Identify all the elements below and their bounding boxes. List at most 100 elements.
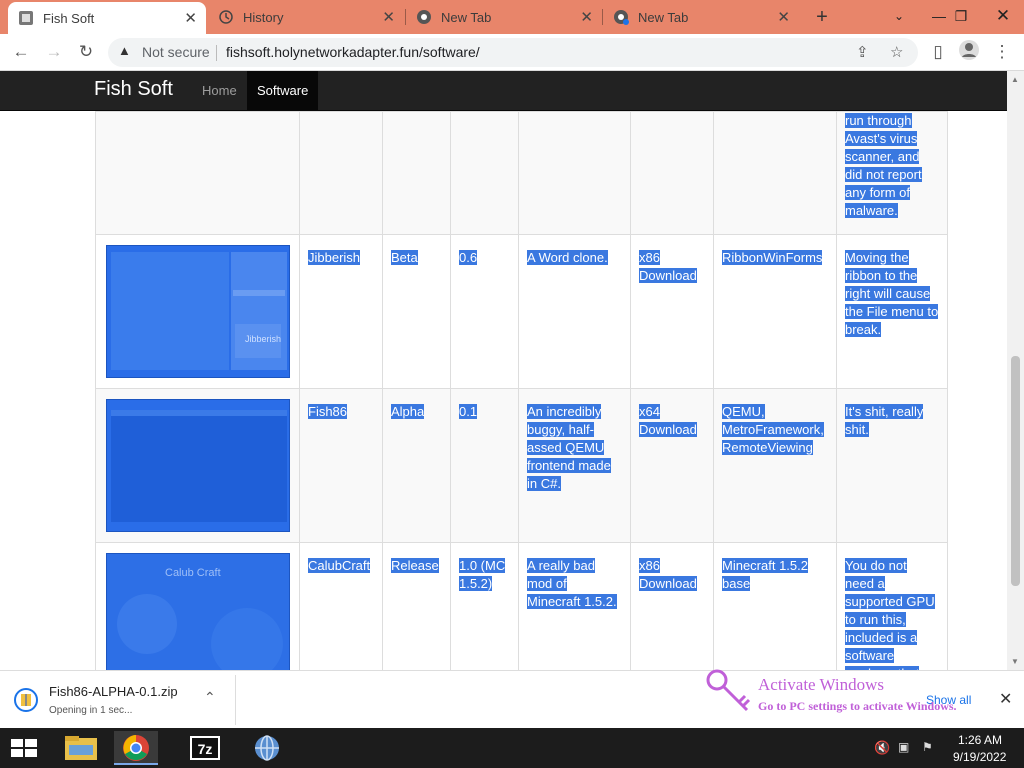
table-row: run through Avast's virus scanner, and d…	[95, 111, 948, 235]
close-icon[interactable]: ✕	[382, 8, 395, 26]
thumbnail-cell: Jibberish	[95, 234, 300, 389]
table-cell	[518, 111, 631, 235]
clock-time[interactable]: 1:26 AM	[958, 733, 1002, 747]
close-icon[interactable]: ✕	[184, 9, 197, 27]
nav-software[interactable]: Software	[247, 71, 319, 110]
nav-home[interactable]: Home	[192, 71, 247, 110]
dependencies-cell: QEMU, MetroFramework, RemoteViewing	[713, 388, 837, 543]
download-arch[interactable]: x86	[639, 558, 660, 573]
tab-search-button[interactable]: ⌄	[878, 0, 920, 34]
software-thumbnail[interactable]: Jibberish	[106, 245, 290, 378]
software-version: 0.6	[459, 250, 478, 265]
download-link[interactable]: Download	[639, 268, 697, 283]
software-stage: Release	[391, 558, 439, 573]
scroll-thumb[interactable]	[1011, 356, 1020, 586]
note-line: run through	[845, 113, 912, 128]
download-cell: x86 Download	[630, 234, 714, 389]
site-navbar: Fish Soft Home Software	[0, 71, 1007, 111]
download-filename: Fish86-ALPHA-0.1.zip	[49, 684, 178, 699]
tab-fish-soft[interactable]: Fish Soft ✕	[8, 2, 206, 34]
software-thumbnail[interactable]: Calub Craft	[106, 553, 290, 670]
table-row: Calub Craft CalubCraft Release 1.0 (MC 1…	[95, 542, 948, 670]
activate-windows-watermark: Activate Windows Go to PC settings to ac…	[705, 668, 1015, 720]
close-icon[interactable]: ✕	[777, 8, 790, 26]
scroll-up-arrow[interactable]: ▲	[1011, 75, 1019, 84]
restore-button[interactable]: ❐	[940, 0, 982, 34]
omnibox[interactable]: ▲ Not secure fishsoft.holynetworkadapter…	[108, 38, 918, 67]
tab-strip: Fish Soft ✕ History ✕ New Tab ✕ New Tab …	[0, 0, 1024, 34]
reload-button[interactable]: ↻	[74, 40, 98, 64]
software-name: Fish86	[308, 404, 348, 419]
tab-title: New Tab	[638, 9, 689, 25]
description-cell: A Word clone.	[518, 234, 631, 389]
scroll-down-arrow[interactable]: ▼	[1011, 657, 1019, 666]
download-cell: x86 Download	[630, 542, 714, 670]
taskbar: 7z 🔇 ▣ ⚑ 1:26 AM 9/19/2022	[0, 728, 1024, 768]
download-arch[interactable]: x86	[639, 250, 660, 265]
chevron-up-icon[interactable]: ⌃	[204, 689, 216, 706]
notes-cell: Moving the ribbon to the right will caus…	[836, 234, 948, 389]
notes-cell: You do not need a supported GPU to run t…	[836, 542, 948, 670]
thumbnail-cell	[95, 388, 300, 543]
thumb-caption: Jibberish	[245, 334, 282, 344]
tab-title: New Tab	[441, 9, 492, 25]
tab-history[interactable]: History ✕	[208, 0, 404, 34]
chrome-icon	[416, 9, 432, 25]
new-tab-button[interactable]: +	[810, 4, 834, 30]
windows-start-icon[interactable]	[2, 731, 46, 765]
warning-icon[interactable]: ▲	[118, 43, 131, 58]
back-button[interactable]: ←	[9, 40, 33, 64]
site-brand[interactable]: Fish Soft	[94, 78, 173, 101]
download-link[interactable]: Download	[639, 576, 697, 591]
note-line: Avast's virus	[845, 131, 918, 146]
thumb-caption: Calub Craft	[165, 567, 221, 579]
tab-title: History	[243, 9, 284, 25]
software-thumbnail[interactable]	[106, 399, 290, 532]
profile-avatar[interactable]	[957, 39, 981, 63]
download-link[interactable]: Download	[639, 422, 697, 437]
table-cell	[299, 111, 383, 235]
volume-muted-icon[interactable]: 🔇	[874, 740, 890, 756]
7zip-icon[interactable]: 7z	[183, 731, 227, 765]
security-label[interactable]: Not secure	[142, 44, 210, 60]
side-panel-icon[interactable]: ▯	[926, 40, 950, 64]
download-arch[interactable]: x64	[639, 404, 660, 419]
download-item[interactable]: Fish86-ALPHA-0.1.zip Opening in 1 sec...…	[4, 675, 236, 725]
close-window-button[interactable]: ✕	[982, 0, 1024, 34]
notes-cell: run through Avast's virus scanner, and d…	[836, 111, 948, 235]
close-icon[interactable]: ✕	[580, 8, 593, 26]
zip-file-icon	[14, 688, 38, 715]
action-center-icon[interactable]: ⚑	[922, 740, 933, 754]
bookmark-star-icon[interactable]: ☆	[890, 43, 903, 61]
table-row: Jibberish Jibberish Beta 0.6 A Word clon…	[95, 234, 948, 389]
network-icon[interactable]: ▣	[898, 740, 909, 754]
page-icon	[18, 10, 34, 26]
activate-subtitle: Go to PC settings to activate Windows.	[758, 699, 957, 713]
globe-icon[interactable]	[245, 731, 289, 765]
address-bar: ← → ↻ ▲ Not secure fishsoft.holynetworka…	[0, 34, 1024, 71]
svg-text:7z: 7z	[198, 741, 213, 757]
tab-new-tab-1[interactable]: New Tab ✕	[406, 0, 602, 34]
stage-cell: Alpha	[382, 388, 451, 543]
tab-title: Fish Soft	[43, 10, 95, 26]
table-cell	[382, 111, 451, 235]
file-explorer-icon[interactable]	[59, 731, 103, 765]
note-line: did not report	[845, 167, 922, 182]
version-cell: 0.1	[450, 388, 519, 543]
version-cell: 1.0 (MC 1.5.2)	[450, 542, 519, 670]
page-viewport: Fish Soft Home Software run through Avas…	[0, 71, 1007, 670]
note-line: any form of	[845, 185, 911, 200]
url-text[interactable]: fishsoft.holynetworkadapter.fun/software…	[226, 44, 480, 60]
description-cell: An incredibly buggy, half-assed QEMU fro…	[518, 388, 631, 543]
share-icon[interactable]: ⇪	[856, 43, 869, 61]
tab-new-tab-2[interactable]: New Tab ✕	[603, 0, 799, 34]
forward-button[interactable]: →	[42, 40, 66, 64]
page-scrollbar[interactable]: ▲ ▼	[1007, 71, 1024, 670]
menu-icon[interactable]: ⋮	[990, 40, 1014, 64]
name-cell: Jibberish	[299, 234, 383, 389]
software-table: run through Avast's virus scanner, and d…	[95, 111, 948, 670]
software-stage: Alpha	[391, 404, 425, 419]
clock-date[interactable]: 9/19/2022	[953, 750, 1006, 764]
chrome-taskbar-icon[interactable]	[114, 731, 158, 765]
stage-cell: Beta	[382, 234, 451, 389]
